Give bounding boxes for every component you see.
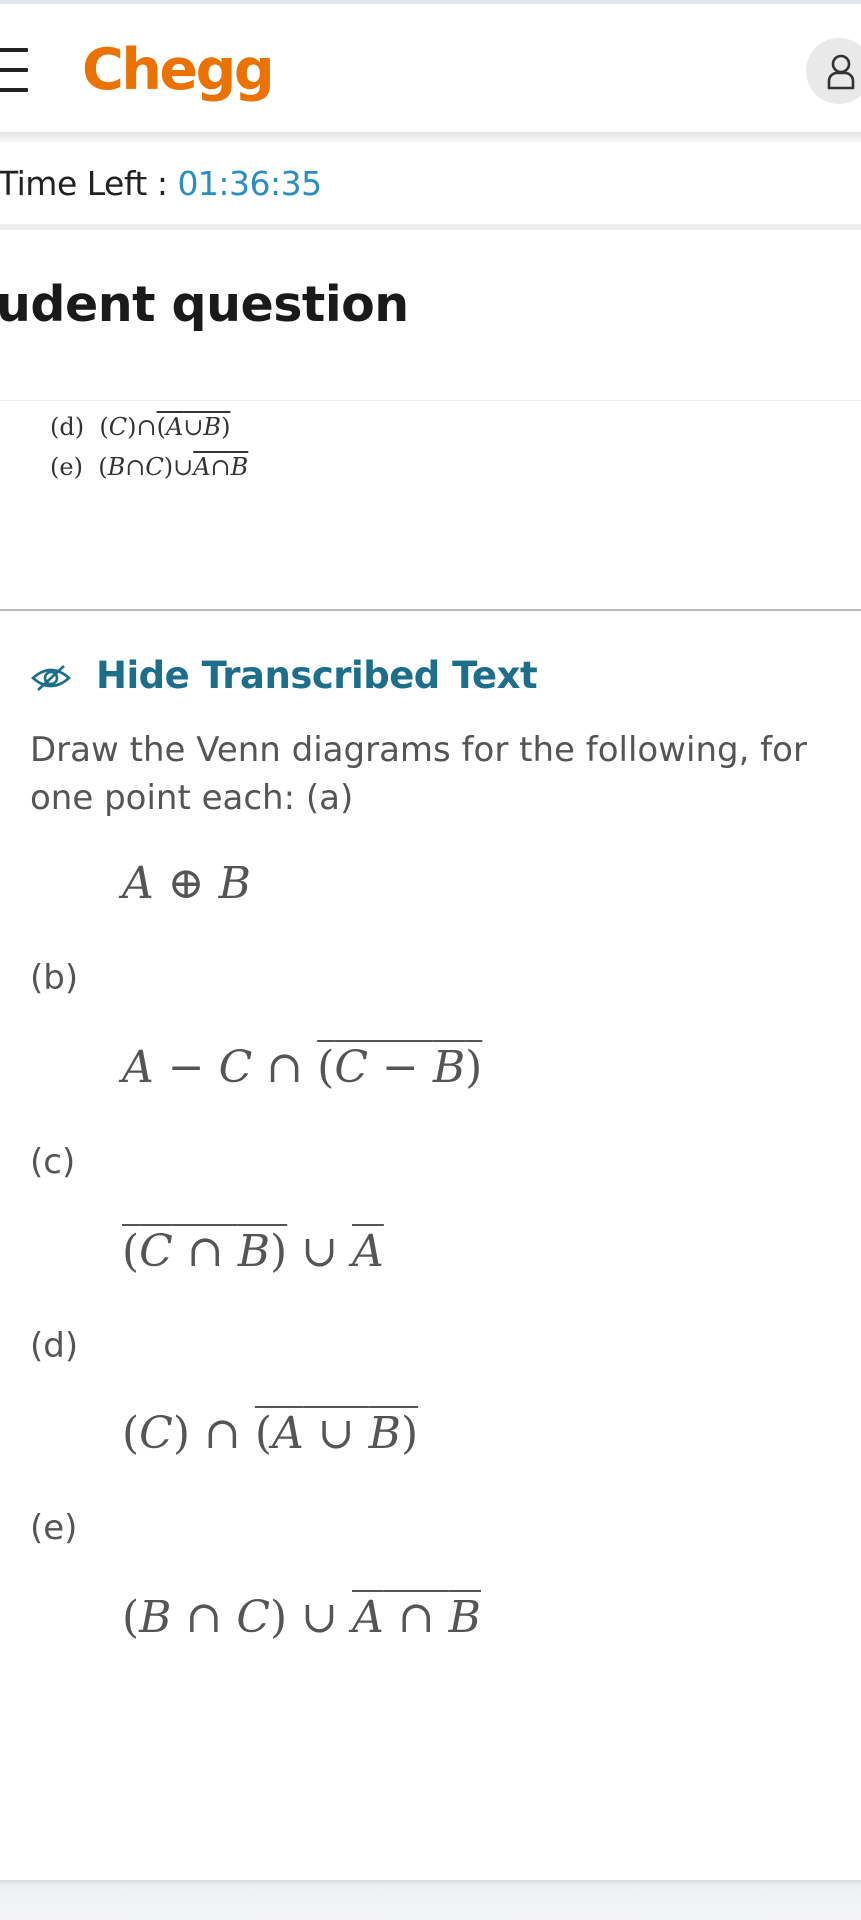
- eye-off-icon: [31, 665, 71, 691]
- part-label-b: (b): [30, 958, 79, 998]
- transcribed-intro: Draw the Venn diagrams for the following…: [30, 730, 807, 818]
- user-icon: [827, 54, 855, 90]
- image-line-e: (e) (B∩C)∪A∩B: [50, 453, 249, 481]
- question-image: (d) (C)∩(A∪B) (e) (B∩C)∪A∩B: [0, 400, 861, 609]
- hide-transcribed-text-label: Hide Transcribed Text: [96, 654, 538, 697]
- part-label-d: (d): [30, 1326, 79, 1366]
- time-left-label: Time Left : 01:36:35: [0, 164, 322, 203]
- expr-a: A ⊕ B: [122, 858, 251, 909]
- hamburger-menu-icon[interactable]: [0, 46, 28, 98]
- app-header: Chegg: [0, 4, 861, 132]
- header-shadow: [0, 132, 861, 142]
- timer-divider: [0, 224, 861, 230]
- image-expr-e: (B∩C)∪A∩B: [98, 453, 249, 481]
- chegg-logo[interactable]: Chegg: [82, 30, 275, 110]
- expr-e: (B ∩ C) ∪ A ∩ B: [122, 1592, 482, 1643]
- expr-d: (C) ∩ (A ∪ B): [122, 1408, 419, 1459]
- part-label-e: (e): [30, 1508, 78, 1548]
- image-expr-d: (C)∩(A∪B): [99, 413, 231, 441]
- timer-bar: Time Left : 01:36:35: [0, 142, 861, 224]
- page-title: udent question: [0, 276, 409, 333]
- section-divider: [0, 609, 861, 611]
- part-label-c: (c): [30, 1142, 76, 1182]
- expr-c: (C ∩ B) ∪ A: [122, 1226, 384, 1277]
- user-avatar-button[interactable]: [806, 38, 861, 104]
- image-line-d: (d) (C)∩(A∪B): [50, 413, 231, 441]
- time-left-value: 01:36:35: [177, 164, 322, 203]
- bottom-bar: [0, 1880, 861, 1920]
- expr-b: A − C ∩ (C − B): [122, 1042, 483, 1093]
